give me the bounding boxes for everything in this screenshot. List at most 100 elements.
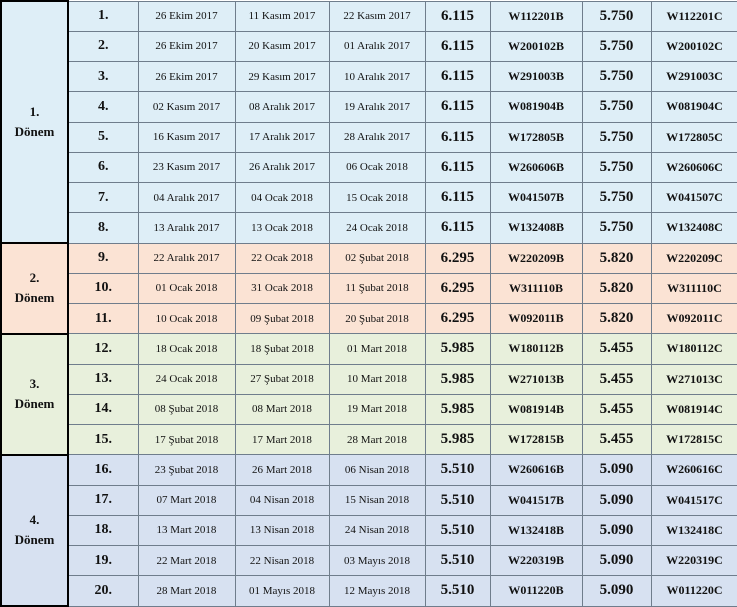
row-number: 11. xyxy=(67,302,139,335)
code-c: W081904C xyxy=(650,91,737,123)
date-middle: 29 Kasım 2017 xyxy=(234,60,330,93)
rate-c: 5.090 xyxy=(581,484,652,516)
date-end: 11 Şubat 2018 xyxy=(328,272,426,305)
code-b: W172815B xyxy=(489,423,583,456)
date-middle: 04 Nisan 2018 xyxy=(234,484,330,516)
rate-b: 5.510 xyxy=(424,454,491,486)
date-start: 24 Ocak 2018 xyxy=(137,363,236,395)
date-end: 01 Mart 2018 xyxy=(328,333,426,365)
row-number: 20. xyxy=(67,575,139,607)
date-middle: 20 Kasım 2017 xyxy=(234,30,330,63)
date-middle: 08 Aralık 2017 xyxy=(234,91,330,123)
rate-b: 6.295 xyxy=(424,272,491,305)
date-end: 10 Mart 2018 xyxy=(328,363,426,395)
date-start: 13 Mart 2018 xyxy=(137,514,236,547)
period-label: 2. Dönem xyxy=(0,242,69,335)
rate-b: 6.115 xyxy=(424,60,491,93)
date-start: 01 Ocak 2018 xyxy=(137,272,236,305)
rate-b: 5.985 xyxy=(424,333,491,365)
code-b: W011220B xyxy=(489,575,583,607)
code-b: W092011B xyxy=(489,302,583,335)
rate-c: 5.820 xyxy=(581,302,652,335)
row-number: 6. xyxy=(67,151,139,184)
date-end: 24 Nisan 2018 xyxy=(328,514,426,547)
row-number: 15. xyxy=(67,423,139,456)
date-start: 10 Ocak 2018 xyxy=(137,302,236,335)
period-number: 3. xyxy=(29,376,40,392)
code-c: W220319C xyxy=(650,544,737,577)
row-number: 19. xyxy=(67,544,139,577)
date-middle: 13 Ocak 2018 xyxy=(234,212,330,244)
code-c: W041517C xyxy=(650,484,737,516)
date-end: 10 Aralık 2017 xyxy=(328,60,426,93)
rate-c: 5.820 xyxy=(581,272,652,305)
code-b: W172805B xyxy=(489,121,583,153)
code-b: W132418B xyxy=(489,514,583,547)
table-row: 7. 04 Aralık 2017 04 Ocak 2018 15 Ocak 2018… xyxy=(1,181,737,214)
date-middle: 18 Şubat 2018 xyxy=(234,333,330,365)
code-c: W041507C xyxy=(650,181,737,214)
date-start: 26 Ekim 2017 xyxy=(137,30,236,63)
rate-b: 6.115 xyxy=(424,151,491,184)
rate-b: 6.115 xyxy=(424,121,491,153)
rate-c: 5.455 xyxy=(581,363,652,395)
code-c: W132418C xyxy=(650,514,737,547)
date-middle: 11 Kasım 2017 xyxy=(234,0,330,32)
rate-c: 5.090 xyxy=(581,575,652,607)
date-middle: 08 Mart 2018 xyxy=(234,393,330,426)
table-row: 18. 13 Mart 2018 13 Nisan 2018 24 Nisan 201… xyxy=(1,514,737,547)
code-c: W220209C xyxy=(650,242,737,274)
date-start: 04 Aralık 2017 xyxy=(137,181,236,214)
code-c: W081914C xyxy=(650,393,737,426)
rate-b: 5.985 xyxy=(424,393,491,426)
date-start: 26 Ekim 2017 xyxy=(137,0,236,32)
period-number: 2. xyxy=(29,270,40,286)
date-middle: 22 Ocak 2018 xyxy=(234,242,330,274)
rate-b: 6.295 xyxy=(424,242,491,274)
row-number: 16. xyxy=(67,454,139,486)
rate-c: 5.455 xyxy=(581,333,652,365)
code-b: W291003B xyxy=(489,60,583,93)
table-row: 10. 01 Ocak 2018 31 Ocak 2018 11 Şubat 2018… xyxy=(1,272,737,305)
schedule-body: 1. Dönem 1. 26 Ekim 2017 11 Kasım 2017 22 Kas… xyxy=(0,0,737,607)
rate-b: 6.115 xyxy=(424,0,491,32)
date-start: 22 Mart 2018 xyxy=(137,544,236,577)
date-end: 06 Nisan 2018 xyxy=(328,454,426,486)
rate-b: 5.510 xyxy=(424,514,491,547)
date-middle: 27 Şubat 2018 xyxy=(234,363,330,395)
date-start: 23 Şubat 2018 xyxy=(137,454,236,486)
rate-c: 5.750 xyxy=(581,151,652,184)
code-c: W092011C xyxy=(650,302,737,335)
rate-c: 5.820 xyxy=(581,242,652,274)
date-start: 28 Mart 2018 xyxy=(137,575,236,607)
row-number: 3. xyxy=(67,60,139,93)
rate-c: 5.090 xyxy=(581,514,652,547)
date-middle: 01 Mayıs 2018 xyxy=(234,575,330,607)
date-end: 15 Ocak 2018 xyxy=(328,181,426,214)
table-row: 20. 28 Mart 2018 01 Mayıs 2018 12 Mayıs 201… xyxy=(1,575,737,607)
row-number: 17. xyxy=(67,484,139,516)
date-start: 07 Mart 2018 xyxy=(137,484,236,516)
table-row: 3. Dönem 12. 18 Ocak 2018 18 Şubat 2018 01 Ma… xyxy=(0,332,737,456)
date-middle: 17 Aralık 2017 xyxy=(234,121,330,153)
code-c: W271013C xyxy=(650,363,737,395)
table-row: 19. 22 Mart 2018 22 Nisan 2018 03 Mayıs 201… xyxy=(1,544,737,577)
code-b: W081914B xyxy=(489,393,583,426)
table-row: 1. Dönem 1. 26 Ekim 2017 11 Kasım 2017 22 Kas… xyxy=(0,0,737,244)
rate-c: 5.455 xyxy=(581,393,652,426)
date-end: 22 Kasım 2017 xyxy=(328,0,426,32)
period-label: 1. Dönem xyxy=(0,0,69,244)
date-start: 02 Kasım 2017 xyxy=(137,91,236,123)
rate-c: 5.750 xyxy=(581,91,652,123)
row-number: 12. xyxy=(67,333,139,365)
code-c: W172805C xyxy=(650,121,737,153)
code-b: W220319B xyxy=(489,544,583,577)
row-number: 18. xyxy=(67,514,139,547)
rate-c: 5.455 xyxy=(581,423,652,456)
period-word: Dönem xyxy=(14,396,55,412)
rate-b: 6.295 xyxy=(424,302,491,335)
code-c: W132408C xyxy=(650,212,737,244)
rate-c: 5.750 xyxy=(581,181,652,214)
period-label: 4. Dönem xyxy=(0,453,69,607)
code-b: W041507B xyxy=(489,181,583,214)
